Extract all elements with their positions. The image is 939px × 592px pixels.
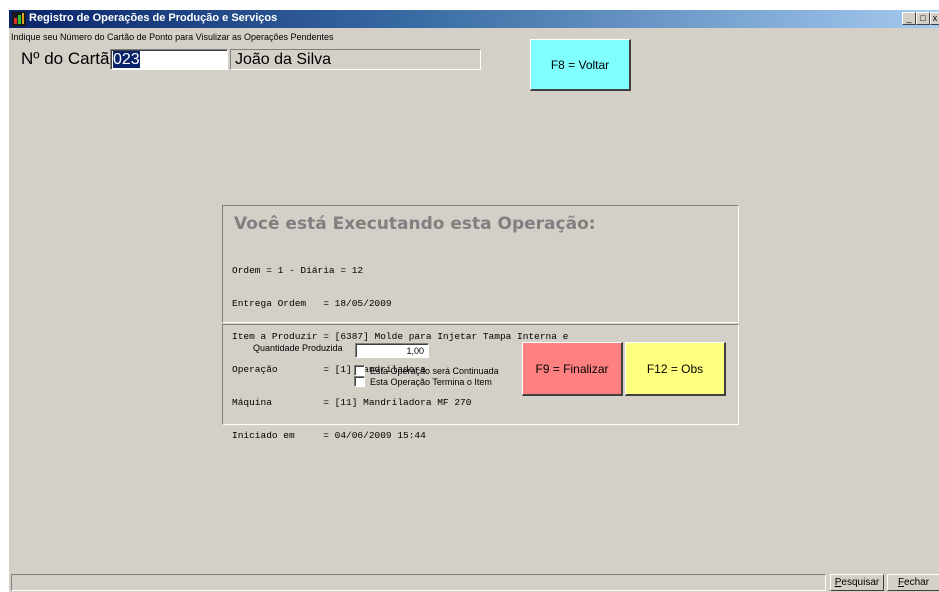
operation-line: Iniciado em = 04/06/2009 15:44 — [232, 430, 426, 441]
minimize-button[interactable]: _ — [902, 12, 916, 25]
operation-heading: Você está Executando esta Operação: — [234, 214, 596, 234]
card-number-input[interactable]: 023 — [110, 49, 228, 70]
close-button[interactable]: Fechar — [887, 574, 939, 591]
ends-item-label: Esta Operação Termina o Item — [370, 376, 492, 387]
continue-operation-checkbox[interactable]: Esta Operação será Continuada — [354, 365, 499, 376]
finish-button[interactable]: F9 = Finalizar — [522, 342, 623, 396]
card-number-label: Nº do Cartão — [21, 49, 119, 68]
checkbox-box[interactable] — [354, 376, 365, 387]
quantity-input[interactable]: 1,00 — [355, 343, 429, 358]
back-button[interactable]: F8 = Voltar — [530, 39, 631, 91]
window-title: Registro de Operações de Produção e Serv… — [29, 12, 278, 24]
operation-info-panel: Você está Executando esta Operação: Orde… — [222, 205, 739, 441]
title-bar[interactable]: Registro de Operações de Produção e Serv… — [9, 10, 939, 28]
card-number-value: 023 — [113, 51, 140, 68]
employee-name-field: João da Silva — [230, 49, 481, 70]
operation-line: Entrega Ordem = 18/05/2009 — [232, 298, 392, 309]
instruction-text: Indique seu Número do Cartão de Ponto pa… — [11, 32, 334, 42]
main-window: Registro de Operações de Produção e Serv… — [8, 9, 939, 592]
ends-item-checkbox[interactable]: Esta Operação Termina o Item — [354, 376, 492, 387]
obs-button[interactable]: F12 = Obs — [625, 342, 726, 396]
quantity-label: Quantidade Produzida — [253, 343, 343, 353]
maximize-button[interactable]: □ — [916, 12, 930, 25]
close-label: echar — [904, 577, 930, 588]
status-bar: Pesquisar Fechar — [9, 573, 939, 592]
operation-line: Ordem = 1 - Diária = 12 — [232, 265, 364, 276]
app-icon — [12, 12, 26, 26]
continue-operation-label: Esta Operação será Continuada — [370, 365, 499, 376]
close-window-button[interactable]: x — [930, 12, 939, 25]
status-panel — [11, 574, 826, 591]
search-button[interactable]: Pesquisar — [830, 574, 884, 591]
checkbox-box[interactable] — [354, 365, 365, 376]
search-label: esquisar — [841, 577, 880, 588]
